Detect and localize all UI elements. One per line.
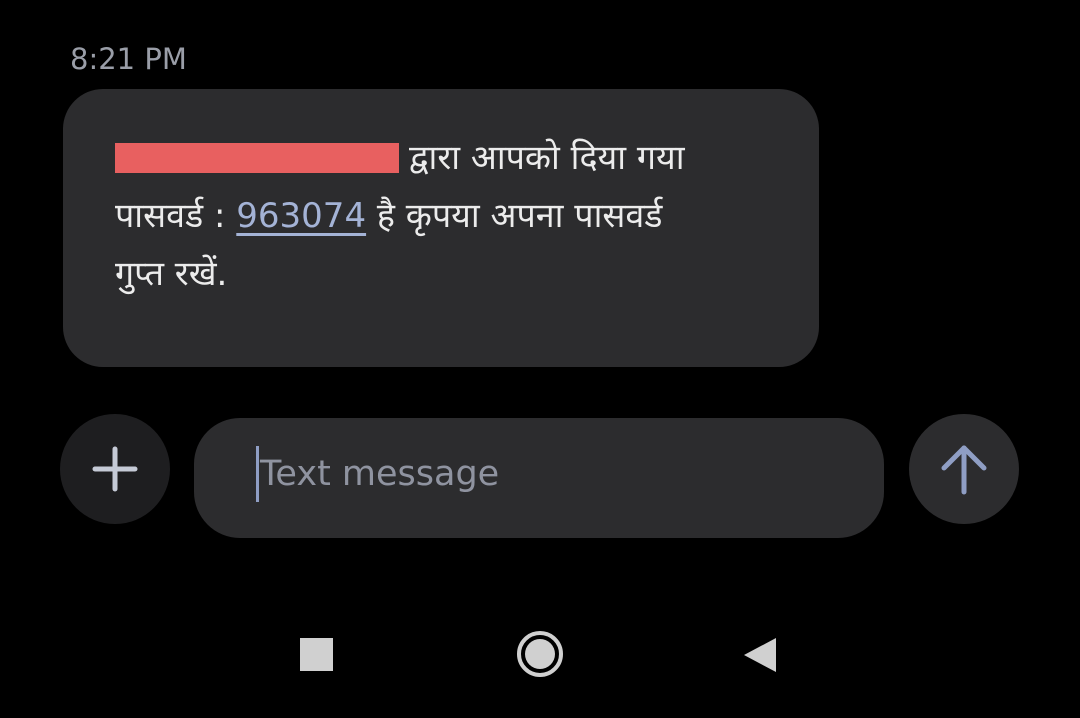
text-message-placeholder: Text message xyxy=(260,454,500,494)
message-line-3: गुप्त रखें. xyxy=(115,254,228,294)
text-message-input[interactable]: Text message xyxy=(194,418,884,538)
redacted-sender xyxy=(115,142,399,173)
message-line-2: पासवर्ड : 963074 है कृपया अपना पासवर्ड xyxy=(115,187,769,245)
back-button[interactable] xyxy=(742,636,778,674)
text-caret xyxy=(256,446,259,502)
message-timestamp: 8:21 PM xyxy=(70,42,187,76)
attach-button[interactable] xyxy=(60,414,170,524)
message-bubble[interactable]: द्वारा आपको दिया गया पासवर्ड : 963074 है… xyxy=(63,89,819,367)
plus-icon xyxy=(92,446,138,492)
message-line-2-prefix: पासवर्ड : xyxy=(115,196,237,236)
message-line-1-text: द्वारा आपको दिया गया xyxy=(409,138,685,178)
home-button[interactable] xyxy=(516,630,564,678)
message-line-1: द्वारा आपको दिया गया xyxy=(115,129,769,187)
send-button[interactable] xyxy=(909,414,1019,524)
arrow-up-icon xyxy=(941,445,987,495)
recents-button[interactable] xyxy=(300,638,333,671)
otp-code-link[interactable]: 963074 xyxy=(236,196,366,236)
message-line-2-suffix: है कृपया अपना पासवर्ड xyxy=(366,196,663,236)
messages-screen: 8:21 PM द्वारा आपको दिया गया पासवर्ड : 9… xyxy=(0,0,1080,718)
